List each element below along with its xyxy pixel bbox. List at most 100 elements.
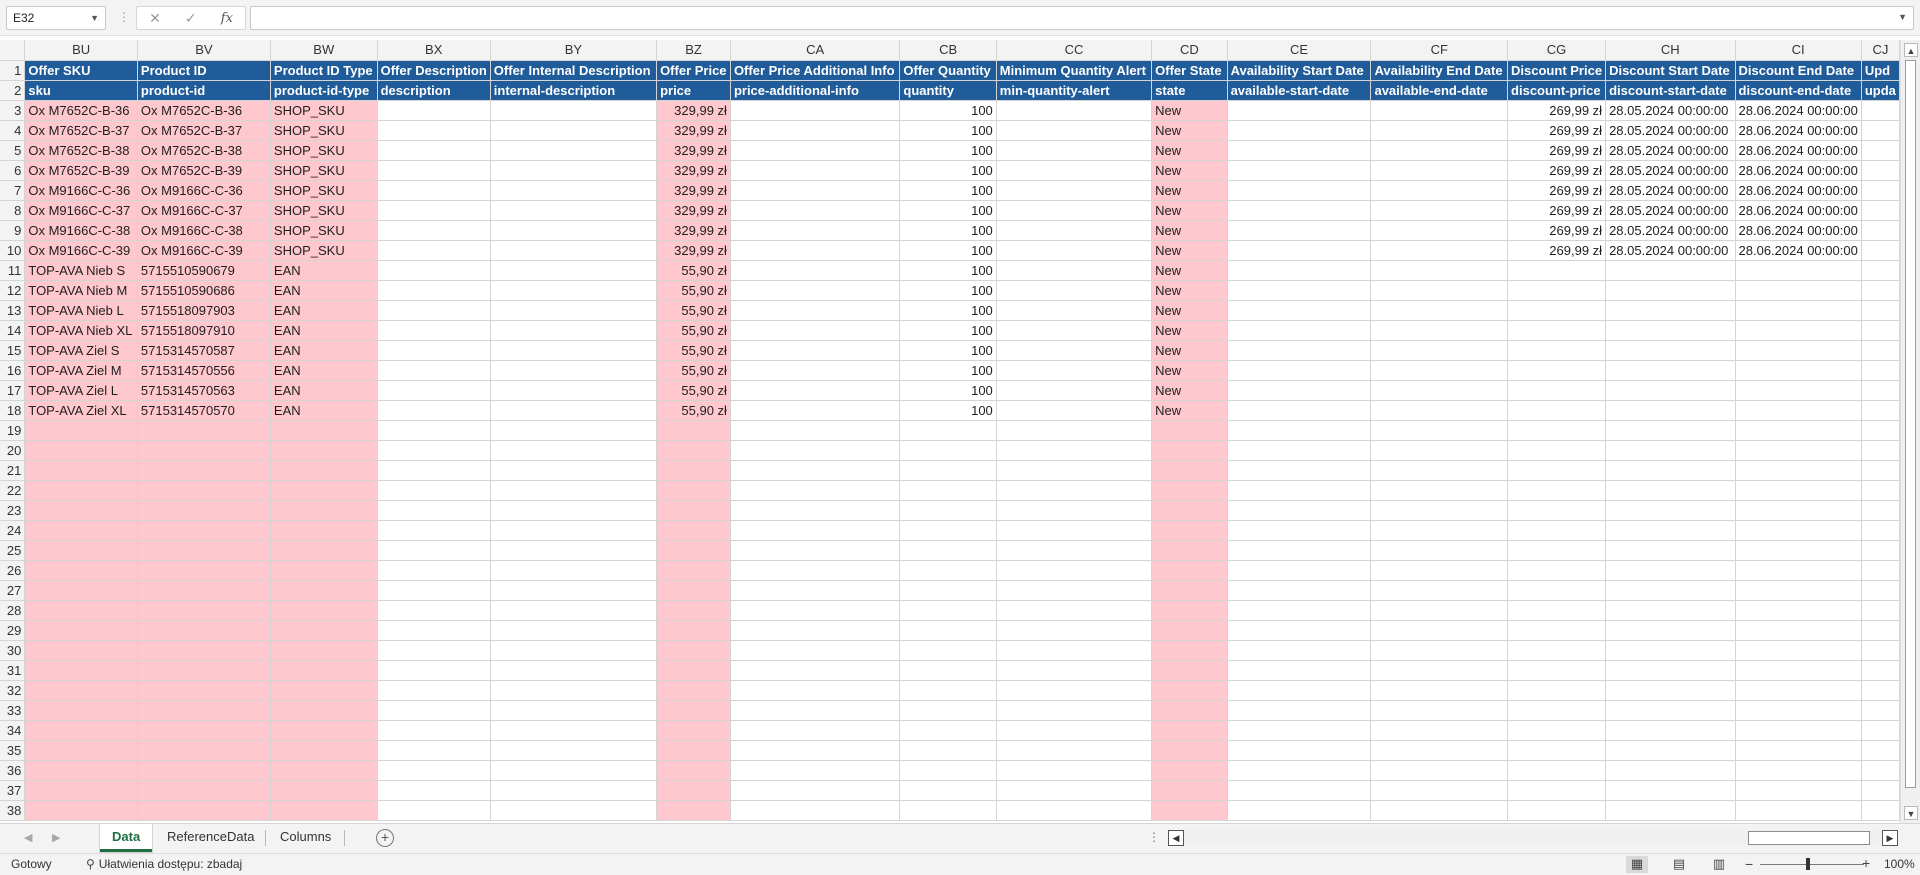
cell[interactable]: New xyxy=(1151,120,1228,141)
cell[interactable] xyxy=(1861,220,1900,241)
cell[interactable] xyxy=(1605,300,1736,321)
cell[interactable] xyxy=(656,640,731,661)
enter-icon[interactable]: ✓ xyxy=(185,10,197,27)
cell[interactable] xyxy=(1507,680,1607,701)
cell[interactable] xyxy=(1861,500,1900,521)
cell[interactable]: 55,90 zł xyxy=(656,300,731,321)
cell[interactable] xyxy=(377,320,491,341)
header-cell[interactable]: Minimum Quantity Alert xyxy=(996,60,1153,81)
cell[interactable]: New xyxy=(1151,360,1228,381)
cell[interactable] xyxy=(1605,660,1736,681)
cell[interactable] xyxy=(1370,600,1509,621)
expand-formula-bar-icon[interactable]: ▼ xyxy=(1898,12,1907,22)
cell[interactable] xyxy=(1605,420,1736,441)
cell[interactable] xyxy=(1370,480,1509,501)
cell[interactable]: 5715314570556 xyxy=(137,360,271,381)
header-cell[interactable]: min-quantity-alert xyxy=(996,80,1153,101)
cell[interactable] xyxy=(490,700,658,721)
cell[interactable] xyxy=(730,720,901,741)
cell[interactable] xyxy=(1227,700,1372,721)
cell[interactable] xyxy=(996,120,1153,141)
cell[interactable] xyxy=(24,440,138,461)
cell[interactable] xyxy=(730,400,901,421)
cell[interactable] xyxy=(656,540,731,561)
cell[interactable]: EAN xyxy=(270,400,378,421)
row-header[interactable]: 4 xyxy=(0,120,26,141)
cell[interactable] xyxy=(1370,420,1509,441)
cell[interactable] xyxy=(1861,420,1900,441)
cell[interactable] xyxy=(270,460,378,481)
cell[interactable] xyxy=(1370,280,1509,301)
cell[interactable] xyxy=(1507,460,1607,481)
cell[interactable] xyxy=(730,100,901,121)
row-header[interactable]: 38 xyxy=(0,800,26,821)
cell[interactable] xyxy=(490,780,658,801)
cell[interactable]: New xyxy=(1151,200,1228,221)
cell[interactable] xyxy=(996,780,1153,801)
cell[interactable] xyxy=(1151,660,1228,681)
cell[interactable] xyxy=(24,420,138,441)
row-header[interactable]: 34 xyxy=(0,720,26,741)
cell[interactable]: EAN xyxy=(270,260,378,281)
cell[interactable] xyxy=(1227,660,1372,681)
cell[interactable] xyxy=(270,500,378,521)
cell[interactable]: 28.05.2024 00:00:00 xyxy=(1605,180,1736,201)
cell[interactable]: 329,99 zł xyxy=(656,160,731,181)
cell[interactable] xyxy=(1370,440,1509,461)
cell[interactable] xyxy=(137,440,271,461)
cell[interactable] xyxy=(270,720,378,741)
column-header[interactable]: BU xyxy=(24,40,138,61)
cell[interactable]: 28.06.2024 00:00:00 xyxy=(1735,240,1862,261)
cell[interactable] xyxy=(1227,200,1372,221)
cell[interactable]: SHOP_SKU xyxy=(270,160,378,181)
cell[interactable] xyxy=(490,580,658,601)
cell[interactable] xyxy=(996,460,1153,481)
header-cell[interactable]: Upd xyxy=(1861,60,1900,81)
cell[interactable] xyxy=(137,800,271,821)
cell[interactable]: New xyxy=(1151,160,1228,181)
cell[interactable] xyxy=(1370,580,1509,601)
cell[interactable] xyxy=(1370,400,1509,421)
cell[interactable] xyxy=(1370,300,1509,321)
cell[interactable] xyxy=(137,540,271,561)
cell[interactable] xyxy=(377,680,491,701)
cell[interactable] xyxy=(490,360,658,381)
cell[interactable] xyxy=(490,520,658,541)
cell[interactable] xyxy=(996,800,1153,821)
cell[interactable] xyxy=(1861,800,1900,821)
cell[interactable] xyxy=(730,300,901,321)
cell[interactable] xyxy=(996,260,1153,281)
cell[interactable] xyxy=(1861,480,1900,501)
cell[interactable] xyxy=(1605,360,1736,381)
cell[interactable] xyxy=(899,680,997,701)
cell[interactable] xyxy=(1605,520,1736,541)
cell[interactable] xyxy=(377,500,491,521)
cell[interactable] xyxy=(996,720,1153,741)
cell[interactable]: EAN xyxy=(270,320,378,341)
formula-input[interactable]: ▼ xyxy=(250,6,1914,30)
column-header[interactable]: CH xyxy=(1605,40,1736,61)
cell[interactable]: 5715314570570 xyxy=(137,400,271,421)
cell[interactable] xyxy=(1151,500,1228,521)
cell[interactable] xyxy=(730,740,901,761)
cell[interactable] xyxy=(730,640,901,661)
cell[interactable] xyxy=(1151,800,1228,821)
cell[interactable]: SHOP_SKU xyxy=(270,220,378,241)
cell[interactable] xyxy=(270,440,378,461)
cell[interactable] xyxy=(1370,760,1509,781)
cell[interactable] xyxy=(1151,680,1228,701)
cell[interactable] xyxy=(730,580,901,601)
cell[interactable]: 28.05.2024 00:00:00 xyxy=(1605,220,1736,241)
cell[interactable] xyxy=(1370,680,1509,701)
cell[interactable] xyxy=(1861,580,1900,601)
cell[interactable] xyxy=(1370,380,1509,401)
header-cell[interactable]: available-start-date xyxy=(1227,80,1372,101)
cell[interactable]: 5715510590686 xyxy=(137,280,271,301)
cell[interactable] xyxy=(1227,440,1372,461)
row-header[interactable]: 12 xyxy=(0,280,26,301)
cell[interactable]: 55,90 zł xyxy=(656,400,731,421)
cell[interactable] xyxy=(1507,440,1607,461)
cell[interactable] xyxy=(490,240,658,261)
cell[interactable] xyxy=(377,100,491,121)
column-header[interactable]: BW xyxy=(270,40,378,61)
